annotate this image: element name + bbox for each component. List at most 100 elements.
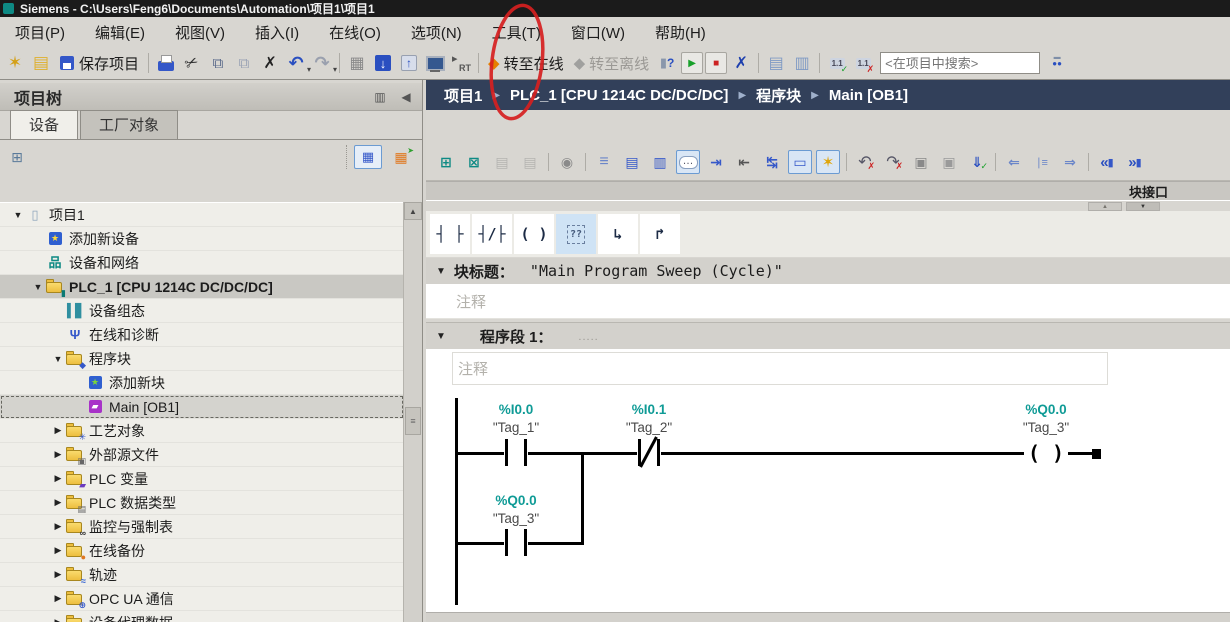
expander-icon[interactable]: ▶ <box>50 617 66 622</box>
operand-tag[interactable]: "Tag_1" <box>461 420 571 435</box>
operand-address[interactable]: %Q0.0 <box>461 493 571 508</box>
insert-row-icon[interactable] <box>490 150 514 174</box>
goto-def-icon[interactable] <box>1030 150 1054 174</box>
favorite-close-branch[interactable]: ↱ <box>640 214 680 254</box>
symbolic-operands-icon[interactable] <box>732 150 756 174</box>
save-project-button[interactable]: 保存项目 <box>54 53 144 74</box>
operand-tag[interactable]: "Tag_2" <box>594 420 704 435</box>
tree-item-watch-tables[interactable]: ▶∞监控与强制表 <box>0 515 404 539</box>
breadcrumb-program-blocks[interactable]: 程序块 <box>756 85 801 106</box>
expander-icon[interactable]: ▶ <box>50 497 66 508</box>
block-comment-row[interactable]: 注释 <box>426 284 1230 319</box>
go-offline-button[interactable]: ◆转至离线 <box>569 53 655 74</box>
start-cpu-icon[interactable] <box>681 52 703 74</box>
tree-view-icon[interactable] <box>6 147 28 167</box>
next-error-icon[interactable] <box>881 150 905 174</box>
menu-insert[interactable]: 插入(I) <box>240 22 314 43</box>
copy-icon[interactable] <box>206 51 230 75</box>
menu-options[interactable]: 选项(N) <box>396 22 477 43</box>
block-title-bar[interactable]: ▼ 块标题： "Main Program Sweep (Cycle)" <box>426 258 1230 285</box>
go-online-button[interactable]: ◆转至在线 <box>483 53 569 74</box>
network-title-icon[interactable] <box>788 150 812 174</box>
expander-icon[interactable]: ▶ <box>50 473 66 484</box>
undo-icon[interactable] <box>284 51 308 75</box>
favorite-open-branch[interactable]: ↳ <box>598 214 638 254</box>
network-comment-box[interactable]: 注释 <box>452 352 1108 385</box>
expander-icon[interactable]: ▶ <box>50 593 66 604</box>
menu-view[interactable]: 视图(V) <box>160 22 240 43</box>
details-view-icon[interactable] <box>354 145 382 169</box>
tab-plant-objects[interactable]: 工厂对象 <box>80 110 178 139</box>
favorite-empty-box[interactable]: ?? <box>556 214 596 254</box>
operand-tag[interactable]: "Tag_3" <box>991 420 1101 435</box>
tree-item-online-diagnostics[interactable]: Ψ在线和诊断 <box>0 323 404 347</box>
operand-display-icon[interactable] <box>760 150 784 174</box>
goto-prev-icon[interactable] <box>1002 150 1026 174</box>
contact-tag1[interactable] <box>504 439 528 466</box>
operand-address[interactable]: %I0.1 <box>594 402 704 417</box>
open-project-icon[interactable] <box>29 51 53 75</box>
tree-item-tech-objects[interactable]: ▶✳工艺对象 <box>0 419 404 443</box>
operand-tag[interactable]: "Tag_3" <box>461 511 571 526</box>
tree-item-main-ob1[interactable]: ▰Main [OB1] <box>0 395 404 419</box>
breadcrumb-plc[interactable]: PLC_1 [CPU 1214C DC/DC/DC] <box>510 87 728 104</box>
breadcrumb-main-ob1[interactable]: Main [OB1] <box>829 87 908 104</box>
delete-icon[interactable] <box>258 51 282 75</box>
favorite-coil[interactable]: ( ) <box>514 214 554 254</box>
menu-edit[interactable]: 编辑(E) <box>80 22 160 43</box>
redo-icon[interactable] <box>310 51 334 75</box>
tree-item-device-proxy[interactable]: ▶▦设备代理数据 <box>0 611 404 622</box>
favorite-open-contact[interactable]: ┤ ├ <box>430 214 470 254</box>
insert-network-icon[interactable] <box>434 150 458 174</box>
breadcrumb-project[interactable]: 项目1 <box>444 85 482 106</box>
panel-layout-icon[interactable]: ▥ <box>370 88 390 106</box>
prev-bookmark-icon[interactable] <box>1095 150 1119 174</box>
menu-window[interactable]: 窗口(W) <box>556 22 640 43</box>
download-to-device-icon[interactable] <box>371 51 395 75</box>
network-1-bar[interactable]: ▼ 程序段 1： ..... <box>426 322 1230 351</box>
block-title-value[interactable]: "Main Program Sweep (Cycle)" <box>530 262 783 280</box>
open-networks-icon[interactable] <box>648 150 672 174</box>
absolute-operands-icon[interactable] <box>704 150 728 174</box>
tree-scrollbar[interactable]: ▲ ≡ <box>403 202 422 622</box>
expander-icon[interactable]: ▶ <box>50 569 66 580</box>
split-horizontal-icon[interactable] <box>764 51 788 75</box>
tree-item-add-block[interactable]: ★添加新块 <box>0 371 404 395</box>
tree-item-plc1[interactable]: ▼▮PLC_1 [CPU 1214C DC/DC/DC] <box>0 275 404 299</box>
table-view-icon[interactable] <box>388 146 414 168</box>
new-project-icon[interactable] <box>3 51 27 75</box>
cross-reference-icon[interactable] <box>729 51 753 75</box>
tab-devices[interactable]: 设备 <box>10 110 78 139</box>
upload-from-device-icon[interactable] <box>397 51 421 75</box>
save-layout-icon[interactable] <box>825 51 849 75</box>
expander-icon[interactable]: ▼ <box>30 282 46 292</box>
paste-icon[interactable] <box>232 51 256 75</box>
tree-item-online-backups[interactable]: ▶●在线备份 <box>0 539 404 563</box>
collapse-networks-icon[interactable] <box>620 150 644 174</box>
online-diagnostics-icon[interactable] <box>655 51 679 75</box>
expander-icon[interactable]: ▶ <box>50 449 66 460</box>
collapse-panel-icon[interactable]: ◀ <box>396 88 416 106</box>
expander-icon[interactable]: ▶ <box>50 521 66 532</box>
menu-help[interactable]: 帮助(H) <box>640 22 721 43</box>
toggle-comments-icon[interactable] <box>676 150 700 174</box>
tree-item-add-device[interactable]: ★添加新设备 <box>0 227 404 251</box>
tree-item-project[interactable]: ▼▯项目1 <box>0 203 404 227</box>
previous-error-icon[interactable] <box>853 150 877 174</box>
search-input[interactable] <box>880 52 1040 74</box>
split-vertical-icon[interactable] <box>790 51 814 75</box>
favorite-closed-contact[interactable]: ┤/├ <box>472 214 512 254</box>
delete-layout-icon[interactable] <box>851 51 875 75</box>
start-simulation-icon[interactable] <box>423 51 447 75</box>
expander-icon[interactable]: ▼ <box>50 354 66 364</box>
menu-online[interactable]: 在线(O) <box>314 22 396 43</box>
coil-tag3[interactable] <box>1024 438 1068 467</box>
tree-item-plc-tags[interactable]: ▶▰PLC 变量 <box>0 467 404 491</box>
tree-item-plc-datatypes[interactable]: ▶▤PLC 数据类型 <box>0 491 404 515</box>
goto-next-icon[interactable] <box>1058 150 1082 174</box>
expander-icon[interactable]: ▼ <box>10 210 26 220</box>
next-bookmark-icon[interactable] <box>1123 150 1147 174</box>
compile-icon[interactable] <box>965 150 989 174</box>
consistency-icon[interactable] <box>937 150 961 174</box>
tree-item-opc-ua[interactable]: ▶⊕OPC UA 通信 <box>0 587 404 611</box>
